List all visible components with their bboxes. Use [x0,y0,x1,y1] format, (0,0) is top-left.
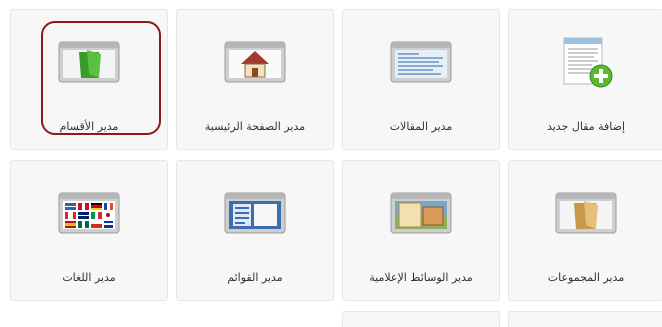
languages-manager-label: مدير اللغات [62,271,116,284]
partial-tile[interactable] [508,311,662,327]
green-folder-icon [57,34,121,90]
menus-manager-label: مدير القوائم [227,271,283,284]
groups-manager-label: مدير المجموعات [547,271,625,284]
partial-tile[interactable] [342,311,500,327]
add-article-icon [554,34,618,90]
add-article-tile[interactable]: إضافة مقال جديد [508,9,662,150]
media-manager-label: مدير الوسائط الإعلامية [369,271,473,284]
add-article-label: إضافة مقال جديد [546,120,626,133]
articles-manager-label: مدير المقالات [389,120,453,133]
home-icon [223,34,287,90]
menus-icon [223,185,287,241]
articles-icon [389,34,453,90]
media-manager-tile[interactable]: مدير الوسائط الإعلامية [342,160,500,301]
control-panel-grid: إضافة مقال جديد مدير المقالات مدير الصفح… [0,0,662,327]
homepage-manager-tile[interactable]: مدير الصفحة الرئيسية [176,9,334,150]
articles-manager-tile[interactable]: مدير المقالات [342,9,500,150]
languages-manager-tile[interactable]: مدير اللغات [10,160,168,301]
menus-manager-tile[interactable]: مدير القوائم [176,160,334,301]
sections-manager-label: مدير الأقسام [59,120,119,133]
groups-manager-tile[interactable]: مدير المجموعات [508,160,662,301]
flags-icon [57,185,121,241]
sections-manager-tile[interactable]: مدير الأقسام [10,9,168,150]
homepage-manager-label: مدير الصفحة الرئيسية [204,120,306,133]
media-icon [389,185,453,241]
folder-icon [554,185,618,241]
